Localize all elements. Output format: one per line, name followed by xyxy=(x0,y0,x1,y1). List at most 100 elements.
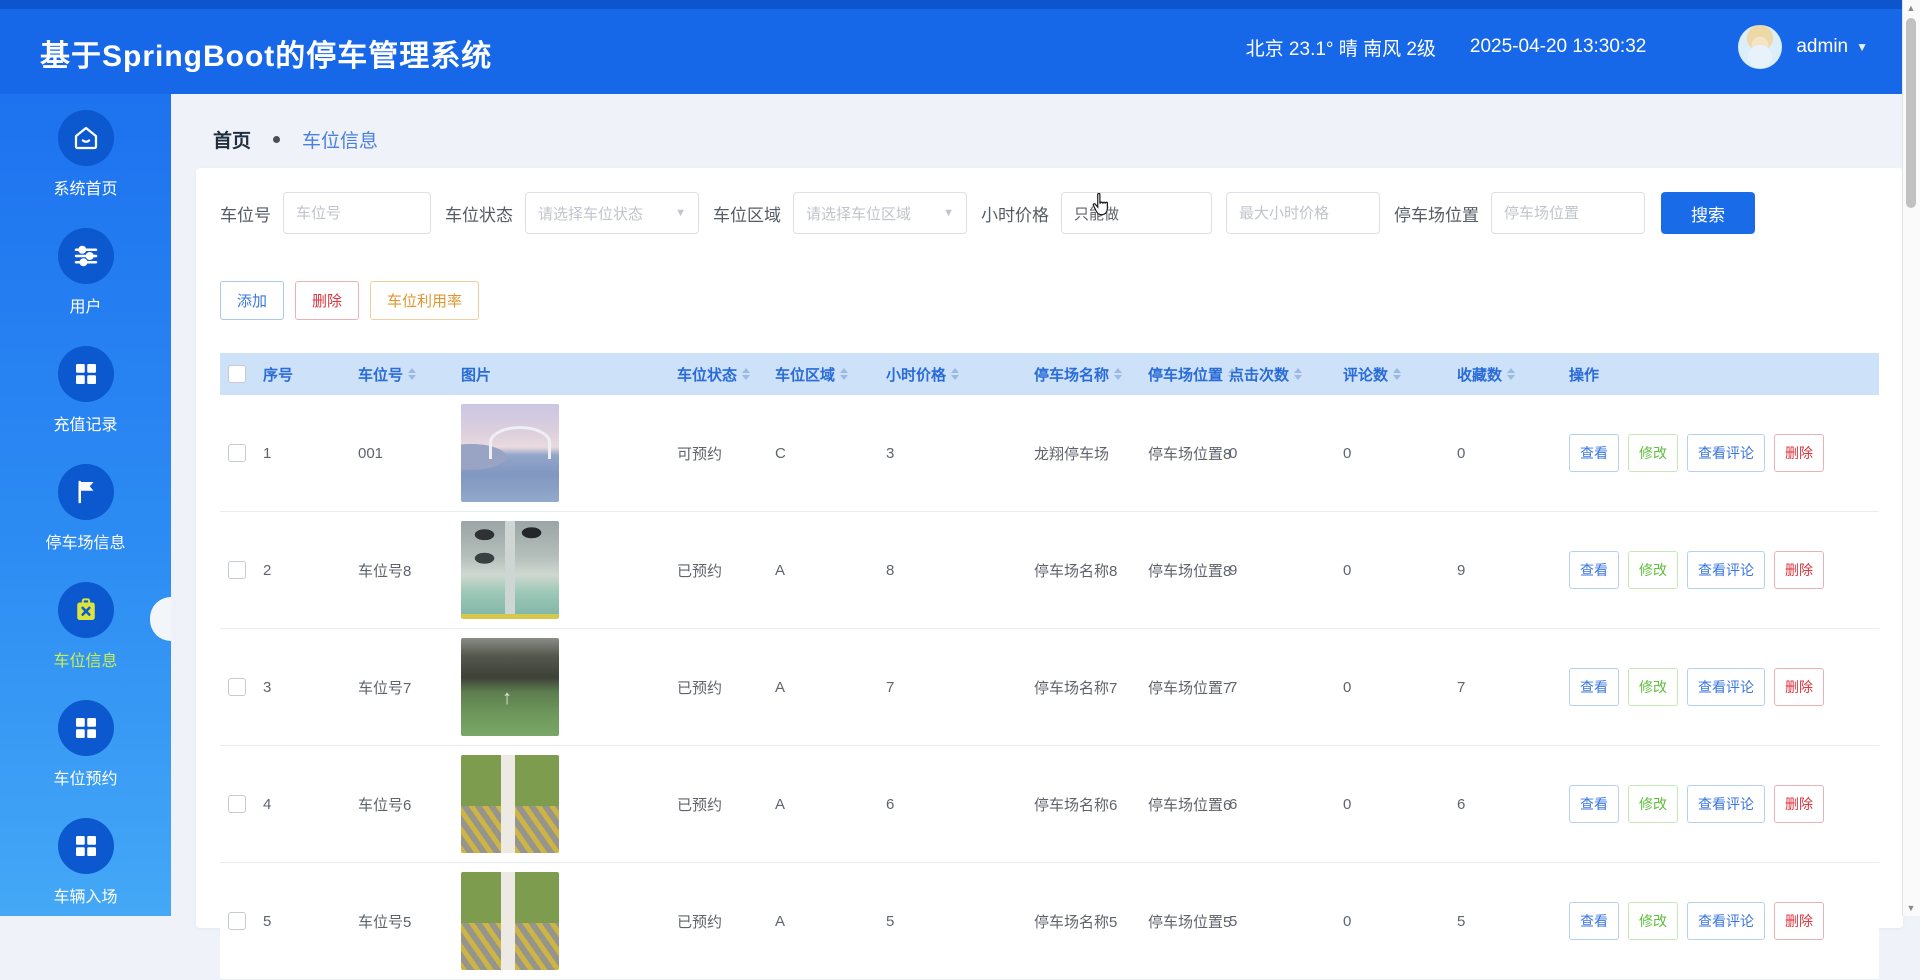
table-body: 1001可预约C3龙翔停车场停车场位置8000查看修改查看评论删除2车位号8已预… xyxy=(220,395,1879,980)
search-button[interactable]: 搜索 xyxy=(1661,192,1755,234)
delete-row-button[interactable]: 删除 xyxy=(1774,902,1824,940)
edit-button[interactable]: 修改 xyxy=(1628,434,1678,472)
cell-favorites: 6 xyxy=(1457,796,1569,813)
view-comments-button[interactable]: 查看评论 xyxy=(1687,668,1765,706)
view-comments-button[interactable]: 查看评论 xyxy=(1687,434,1765,472)
row-checkbox-cell xyxy=(220,678,263,696)
column-label: 停车场名称 xyxy=(1034,364,1109,385)
vertical-scrollbar[interactable]: ▲ ▼ xyxy=(1902,0,1920,916)
table-header-row: 序号车位号图片车位状态车位区域小时价格停车场名称停车场位置点击次数评论数收藏数操… xyxy=(220,353,1879,395)
column-header-9[interactable]: 评论数 xyxy=(1343,364,1457,385)
column-header-5[interactable]: 小时价格 xyxy=(886,364,1034,385)
utilization-button[interactable]: 车位利用率 xyxy=(370,281,479,320)
datetime-text: 2025-04-20 13:30:32 xyxy=(1470,36,1646,58)
cell-price: 5 xyxy=(886,913,1034,930)
delete-row-button[interactable]: 删除 xyxy=(1774,434,1824,472)
view-comments-button[interactable]: 查看评论 xyxy=(1687,785,1765,823)
scrollbar-thumb[interactable] xyxy=(1906,18,1916,208)
sidebar-item-recharge-records[interactable]: 充值记录 xyxy=(0,333,171,448)
sidebar-item-home[interactable]: 系统首页 xyxy=(0,97,171,212)
sidebar-item-label: 系统首页 xyxy=(53,175,117,199)
lot-position-input[interactable] xyxy=(1491,192,1645,234)
spot-image[interactable] xyxy=(461,521,559,619)
chevron-down-icon: ▼ xyxy=(675,207,686,219)
sort-icon xyxy=(951,368,959,380)
spot-image[interactable] xyxy=(461,638,559,736)
column-label: 序号 xyxy=(263,364,293,385)
row-checkbox[interactable] xyxy=(228,912,246,930)
max-price-input[interactable] xyxy=(1226,192,1380,234)
spot-image[interactable] xyxy=(461,872,559,970)
sidebar-menu: 系统首页用户充值记录停车场信息车位信息车位预约车辆入场 xyxy=(0,97,171,920)
column-header-1[interactable]: 车位号 xyxy=(358,364,461,385)
sidebar-item-spot-reservation[interactable]: 车位预约 xyxy=(0,687,171,802)
cell-price: 6 xyxy=(886,796,1034,813)
edit-button[interactable]: 修改 xyxy=(1628,902,1678,940)
spot-status-select[interactable]: 请选择车位状态 ▼ xyxy=(525,192,699,234)
column-header-3[interactable]: 车位状态 xyxy=(677,364,775,385)
edit-button[interactable]: 修改 xyxy=(1628,668,1678,706)
column-header-4[interactable]: 车位区域 xyxy=(775,364,886,385)
breadcrumb-current[interactable]: 车位信息 xyxy=(302,126,378,153)
view-button[interactable]: 查看 xyxy=(1569,785,1619,823)
view-button[interactable]: 查看 xyxy=(1569,551,1619,589)
row-checkbox[interactable] xyxy=(228,444,246,462)
spot-image[interactable] xyxy=(461,755,559,853)
edit-button[interactable]: 修改 xyxy=(1628,785,1678,823)
view-button[interactable]: 查看 xyxy=(1569,434,1619,472)
row-checkbox[interactable] xyxy=(228,795,246,813)
user-menu[interactable]: admin ▼ xyxy=(1738,25,1868,69)
row-checkbox-cell xyxy=(220,795,263,813)
cell-lot-name: 龙翔停车场 xyxy=(1034,443,1148,464)
delete-row-button[interactable]: 删除 xyxy=(1774,551,1824,589)
lot-position-label: 停车场位置 xyxy=(1394,201,1479,226)
weather-text: 北京 23.1° 晴 南风 2级 xyxy=(1246,34,1436,61)
sidebar-item-users[interactable]: 用户 xyxy=(0,215,171,330)
spot-area-select[interactable]: 请选择车位区域 ▼ xyxy=(793,192,967,234)
column-header-10[interactable]: 收藏数 xyxy=(1457,364,1569,385)
column-label: 操作 xyxy=(1569,364,1599,385)
sidebar-item-vehicle-entry[interactable]: 车辆入场 xyxy=(0,805,171,920)
cell-index: 1 xyxy=(263,445,358,462)
cell-area: A xyxy=(775,913,886,930)
row-checkbox-cell xyxy=(220,444,263,462)
row-checkbox[interactable] xyxy=(228,561,246,579)
grid-icon xyxy=(58,346,114,402)
sliders-icon xyxy=(58,228,114,284)
column-header-6[interactable]: 停车场名称 xyxy=(1034,364,1148,385)
sidebar-item-parking-spot-info[interactable]: 车位信息 xyxy=(0,569,171,684)
cell-actions: 查看修改查看评论删除 xyxy=(1569,902,1879,940)
table-row: 2车位号8已预约A8停车场名称8停车场位置8909查看修改查看评论删除 xyxy=(220,512,1879,629)
main-content: 首页 车位信息 车位号 车位状态 请选择车位状态 ▼ 车位区域 请选择车位区域 … xyxy=(171,94,1903,916)
delete-button[interactable]: 删除 xyxy=(295,281,359,320)
delete-row-button[interactable]: 删除 xyxy=(1774,668,1824,706)
view-button[interactable]: 查看 xyxy=(1569,902,1619,940)
cell-clicks: 7 xyxy=(1229,679,1343,696)
sidebar-item-parking-lot-info[interactable]: 停车场信息 xyxy=(0,451,171,566)
column-header-7[interactable]: 停车场位置 xyxy=(1148,364,1229,385)
breadcrumb-home[interactable]: 首页 xyxy=(213,126,251,153)
delete-row-button[interactable]: 删除 xyxy=(1774,785,1824,823)
view-comments-button[interactable]: 查看评论 xyxy=(1687,551,1765,589)
cell-actions: 查看修改查看评论删除 xyxy=(1569,668,1879,706)
column-header-8[interactable]: 点击次数 xyxy=(1229,364,1343,385)
header-checkbox-cell xyxy=(220,365,263,383)
select-all-checkbox[interactable] xyxy=(228,365,246,383)
spot-image[interactable] xyxy=(461,404,559,502)
edit-button[interactable]: 修改 xyxy=(1628,551,1678,589)
scroll-up-icon[interactable]: ▲ xyxy=(1903,3,1919,13)
row-checkbox-cell xyxy=(220,561,263,579)
view-comments-button[interactable]: 查看评论 xyxy=(1687,902,1765,940)
spot-number-input[interactable] xyxy=(283,192,431,234)
view-button[interactable]: 查看 xyxy=(1569,668,1619,706)
add-button[interactable]: 添加 xyxy=(220,281,284,320)
cell-area: A xyxy=(775,679,886,696)
toolbar: 添加 删除 车位利用率 xyxy=(220,281,1879,320)
row-checkbox[interactable] xyxy=(228,678,246,696)
scroll-down-icon[interactable]: ▼ xyxy=(1903,903,1919,913)
cell-area: A xyxy=(775,562,886,579)
spot-area-placeholder: 请选择车位区域 xyxy=(806,203,911,224)
cell-favorites: 5 xyxy=(1457,913,1569,930)
sidebar: 系统首页用户充值记录停车场信息车位信息车位预约车辆入场 xyxy=(0,94,171,916)
min-price-input[interactable] xyxy=(1061,192,1212,234)
